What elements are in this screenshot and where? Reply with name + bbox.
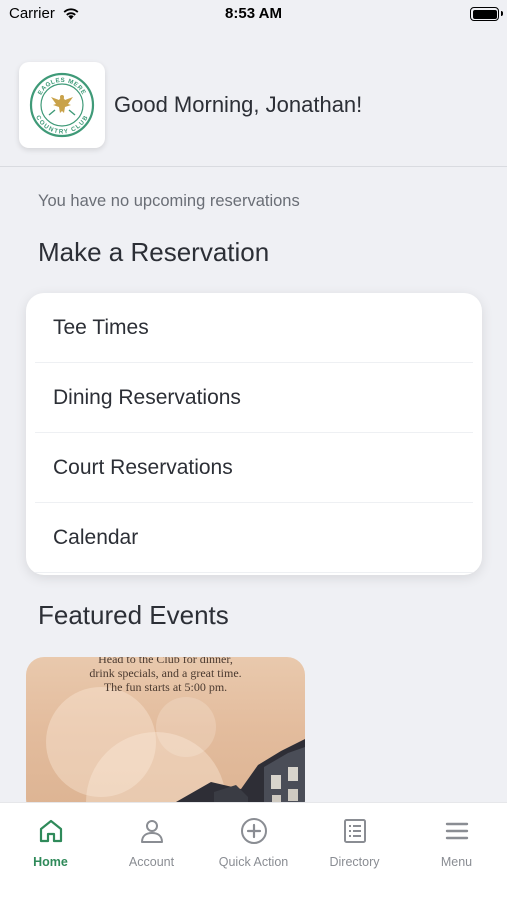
plus-circle-icon [240, 818, 267, 844]
tab-home[interactable]: Home [0, 817, 101, 869]
no-reservations-message: You have no upcoming reservations [38, 192, 300, 210]
tab-directory[interactable]: Directory [304, 817, 405, 869]
reservation-item-tee-times[interactable]: Tee Times [35, 293, 473, 363]
tab-directory-label: Directory [329, 855, 380, 869]
list-icon [343, 819, 366, 843]
reservation-item-court[interactable]: Court Reservations [35, 433, 473, 503]
tab-account-label: Account [128, 855, 175, 869]
tab-menu-label: Menu [440, 855, 473, 869]
featured-events-title: Featured Events [38, 600, 229, 630]
club-logo-emblem: EAGLES MERE COUNTRY CLUB [29, 72, 95, 138]
tab-quick-action-label: Quick Action [218, 855, 289, 869]
home-icon [39, 819, 62, 843]
hamburger-icon [445, 822, 468, 840]
tab-account[interactable]: Account [101, 817, 202, 869]
club-logo[interactable]: EAGLES MERE COUNTRY CLUB [19, 62, 105, 148]
battery-icon [470, 7, 503, 21]
tab-quick-action[interactable]: Quick Action [203, 817, 304, 869]
logo-text-bottom: COUNTRY CLUB [34, 114, 89, 135]
tab-bar: Home Account Quick Action Directory Menu [0, 802, 507, 900]
svg-text:COUNTRY CLUB: COUNTRY CLUB [34, 114, 90, 135]
make-reservation-title: Make a Reservation [38, 237, 270, 267]
tab-home-label: Home [33, 855, 68, 869]
event-card[interactable]: Head to the Club for dinner, drink speci… [26, 657, 305, 817]
reservation-item-dining[interactable]: Dining Reservations [35, 363, 473, 433]
status-bar: Carrier 8:53 AM [0, 0, 507, 30]
reservation-item-calendar[interactable]: Calendar [35, 503, 473, 573]
reservation-list: Tee Times Dining Reservations Court Rese… [26, 293, 482, 575]
tab-menu[interactable]: Menu [406, 817, 507, 869]
greeting: Good Morning, Jonathan! [114, 92, 363, 117]
header: EAGLES MERE COUNTRY CLUB Good Morning, J… [0, 60, 507, 167]
status-time: 8:53 AM [225, 5, 282, 22]
house-image [171, 739, 305, 817]
user-icon [140, 820, 163, 843]
